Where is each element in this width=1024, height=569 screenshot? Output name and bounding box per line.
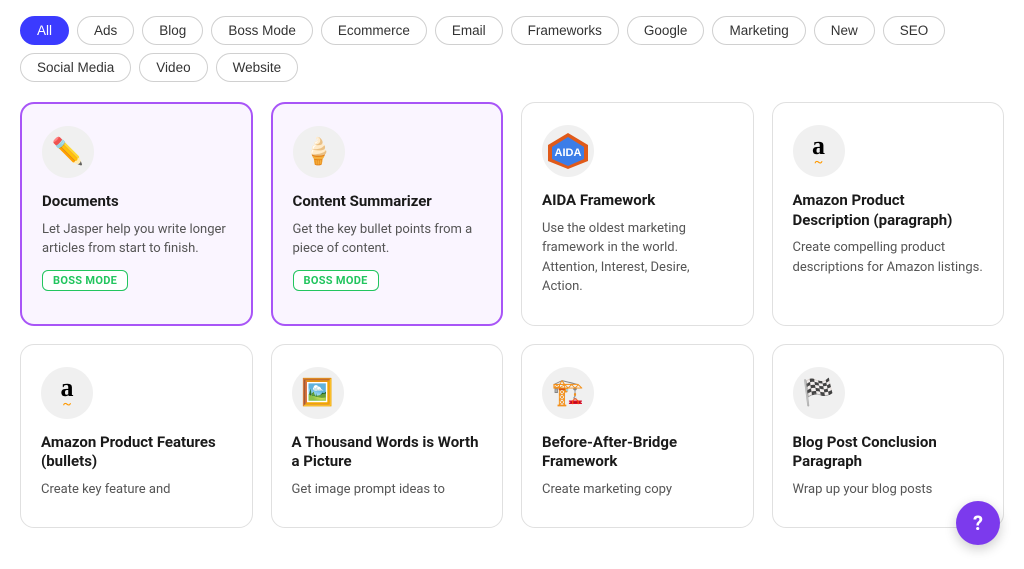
card-title-before-after-bridge: Before-After-Bridge Framework xyxy=(542,433,733,472)
help-button[interactable]: ? xyxy=(956,501,1000,545)
card-icon-documents: ✏️ xyxy=(42,126,94,178)
card-desc-amazon-product-features: Create key feature and xyxy=(41,480,232,500)
card-icon-amazon-product-features: a ~ xyxy=(41,367,93,419)
card-badge-documents: BOSS MODE xyxy=(42,270,128,291)
card-amazon-product-features[interactable]: a ~ Amazon Product Features (bullets) Cre… xyxy=(20,344,253,529)
card-title-amazon-product-features: Amazon Product Features (bullets) xyxy=(41,433,232,472)
filter-tag-email[interactable]: Email xyxy=(435,16,503,45)
filter-bar: All Ads Blog Boss Mode Ecommerce Email Framewo… xyxy=(20,16,1004,82)
card-desc-content-summarizer: Get the key bullet points from a piece o… xyxy=(293,220,482,259)
filter-tag-blog[interactable]: Blog xyxy=(142,16,203,45)
card-title-aida-framework: AIDA Framework xyxy=(542,191,733,211)
card-documents[interactable]: ✏️ Documents Let Jasper help you write lon… xyxy=(20,102,253,326)
filter-tag-new[interactable]: New xyxy=(814,16,875,45)
card-icon-content-summarizer: 🍦 xyxy=(293,126,345,178)
card-desc-before-after-bridge: Create marketing copy xyxy=(542,480,733,500)
filter-tag-google[interactable]: Google xyxy=(627,16,705,45)
card-icon-amazon-product-desc: a ~ xyxy=(793,125,845,177)
card-badge-content-summarizer: BOSS MODE xyxy=(293,270,379,291)
card-grid: ✏️ Documents Let Jasper help you write lon… xyxy=(20,102,1004,528)
card-aida-framework[interactable]: AIDA AIDA Framework Use the oldest market… xyxy=(521,102,754,326)
card-desc-amazon-product-desc: Create compelling product descriptions f… xyxy=(793,238,984,277)
card-icon-aida-framework: AIDA xyxy=(542,125,594,177)
filter-tag-all[interactable]: All xyxy=(20,16,69,45)
filter-tag-ecommerce[interactable]: Ecommerce xyxy=(321,16,427,45)
card-content-summarizer[interactable]: 🍦 Content Summarizer Get the key bullet po… xyxy=(271,102,504,326)
card-thousand-words[interactable]: 🖼️ A Thousand Words is Worth a Picture Get… xyxy=(271,344,504,529)
filter-tag-social-media[interactable]: Social Media xyxy=(20,53,131,82)
card-desc-blog-post-conclusion: Wrap up your blog posts xyxy=(793,480,984,500)
card-amazon-product-desc[interactable]: a ~ Amazon Product Description (paragrap… xyxy=(772,102,1005,326)
card-icon-blog-post-conclusion: 🏁 xyxy=(793,367,845,419)
filter-tag-ads[interactable]: Ads xyxy=(77,16,134,45)
filter-tag-seo[interactable]: SEO xyxy=(883,16,946,45)
card-desc-thousand-words: Get image prompt ideas to xyxy=(292,480,483,500)
filter-tag-marketing[interactable]: Marketing xyxy=(712,16,805,45)
filter-tag-video[interactable]: Video xyxy=(139,53,207,82)
card-blog-post-conclusion[interactable]: 🏁 Blog Post Conclusion Paragraph Wrap up y… xyxy=(772,344,1005,529)
filter-tag-frameworks[interactable]: Frameworks xyxy=(511,16,619,45)
card-title-content-summarizer: Content Summarizer xyxy=(293,192,482,212)
card-icon-before-after-bridge: 🏗️ xyxy=(542,367,594,419)
filter-tag-website[interactable]: Website xyxy=(216,53,299,82)
card-title-thousand-words: A Thousand Words is Worth a Picture xyxy=(292,433,483,472)
card-title-documents: Documents xyxy=(42,192,231,212)
card-desc-documents: Let Jasper help you write longer article… xyxy=(42,220,231,259)
svg-text:AIDA: AIDA xyxy=(555,147,582,159)
card-title-blog-post-conclusion: Blog Post Conclusion Paragraph xyxy=(793,433,984,472)
card-before-after-bridge[interactable]: 🏗️ Before-After-Bridge Framework Create ma… xyxy=(521,344,754,529)
card-title-amazon-product-desc: Amazon Product Description (paragraph) xyxy=(793,191,984,230)
filter-tag-boss-mode[interactable]: Boss Mode xyxy=(211,16,313,45)
card-desc-aida-framework: Use the oldest marketing framework in th… xyxy=(542,219,733,297)
card-icon-thousand-words: 🖼️ xyxy=(292,367,344,419)
